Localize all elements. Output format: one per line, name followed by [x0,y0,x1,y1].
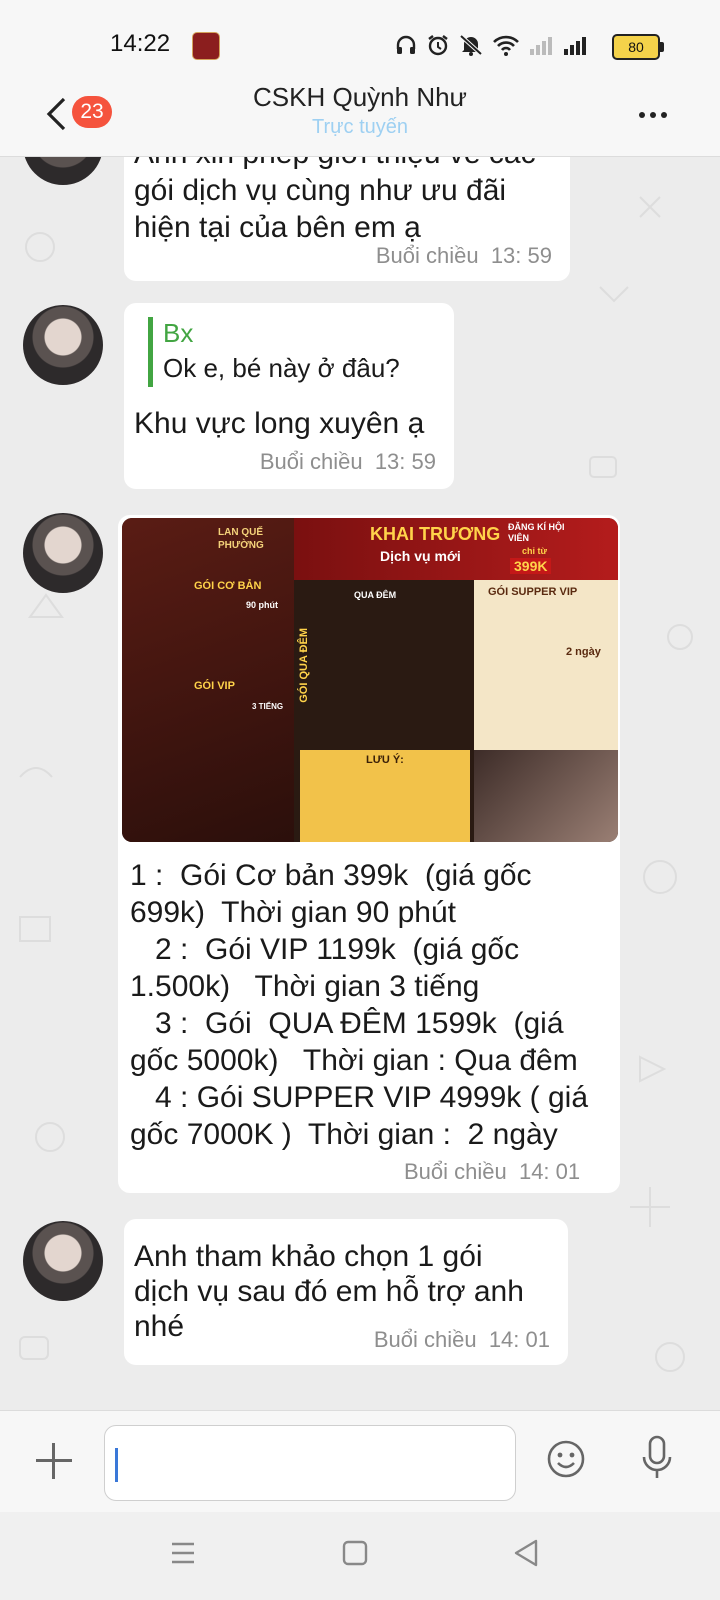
menu-icon [172,1542,194,1564]
promo-vip-duration: 3 TIẾNG [252,702,284,711]
message-text: 1 : Gói Cơ bản 399k (giá gốc 699k) Thời … [130,857,588,1153]
triangle-back-icon [514,1539,538,1567]
quoted-message[interactable]: Bx Ok e, bé này ở đâu? [148,317,400,387]
chat-header: 23 CSKH Quỳnh Như Trực tuyến [0,82,720,157]
message-line: Anh xin phép giới thiệu vê các [134,157,536,172]
wifi-icon [493,35,519,56]
message-time: Buổi chiều 14: 01 [373,1327,550,1352]
promo-vip-title: GÓI VIP [194,680,235,692]
message-line: 3 : Gói QUA ĐÊM 1599k (giá [130,1007,564,1040]
promo-headline: KHAI TRƯƠNG [370,524,501,544]
back-button[interactable]: 23 [40,92,160,136]
message-line: 2 : Gói VIP 1199k (giá gốc [130,933,520,966]
promo-basic-duration: 90 phút [246,600,279,610]
message-bubble[interactable]: Anh tham khảo chọn 1 gói dịch vụ sau đó … [124,1219,568,1365]
quote-text: Ok e, bé này ở đâu? [163,353,400,383]
emoji-button[interactable] [546,1439,586,1484]
app-notification-icon [192,32,220,60]
recent-apps-button[interactable] [170,1540,196,1571]
promo-member-label: ĐĂNG KÍ HỘI VIÊN [508,522,565,543]
voice-button[interactable] [640,1435,674,1486]
promo-image[interactable]: LAN QUẾ PHƯỜNG KHAI TRƯƠNG Dịch vụ mới Đ… [122,518,618,842]
promo-note-title: LƯU Ý: [366,754,404,766]
message-bubble[interactable]: Anh xin phép giới thiệu vê các gói dịch … [124,157,570,281]
promo-overnight-tag: QUA ĐÊM [354,590,397,600]
message-line: 699k) Thời gian 90 phút [130,896,457,929]
promo-subheadline: Dịch vụ mới [380,548,461,564]
system-back-button[interactable] [512,1538,540,1573]
more-options-button[interactable] [628,100,678,130]
system-nav-bar [0,1512,720,1600]
message-line: dịch vụ sau đó em hỗ trợ anh [134,1275,524,1308]
headphones-icon [396,35,416,54]
message-time: Buổi chiều 13: 59 [375,243,552,268]
chevron-left-icon [46,97,66,131]
message-line: 1 : Gói Cơ bản 399k (giá gốc [130,859,532,892]
quote-author: Bx [163,318,194,348]
message-line: gốc 7000K ) Thời gian : 2 ngày [130,1118,558,1151]
status-icons [394,30,590,60]
alarm-icon [428,35,448,56]
promo-overnight-title: GÓI QUA ĐÊM [298,628,310,703]
signal-icon [564,37,586,55]
contact-avatar[interactable] [23,305,103,385]
promo-member-price-prefix: chỉ từ [522,546,548,556]
message-time: Buổi chiều 13: 59 [259,449,436,474]
message-line: 1.500k) Thời gian 3 tiếng [130,970,480,1003]
attach-button[interactable] [34,1441,74,1481]
message-time: Buổi chiều 14: 01 [404,1159,581,1184]
message-line: gốc 5000k) Thời gian : Qua đêm [130,1044,578,1077]
message-line: hiện tại của bên em ạ [134,211,421,244]
signal-weak-icon [530,37,552,55]
emoji-icon [547,1440,585,1478]
message-input[interactable] [104,1425,516,1501]
promo-panel-right [474,580,618,750]
home-button[interactable] [342,1540,368,1571]
promo-basic-title: GÓI CƠ BẢN [194,580,262,592]
promo-photo [474,750,618,842]
message-list[interactable]: Anh xin phép giới thiệu vê các gói dịch … [0,157,720,1407]
unread-badge: 23 [72,96,112,128]
status-bar: 14:22 80 [0,0,720,86]
contact-avatar[interactable] [23,513,103,593]
status-time: 14:22 [110,30,171,57]
message-bubble[interactable]: Bx Ok e, bé này ở đâu? Khu vực long xuyê… [124,303,454,489]
mute-icon [459,34,483,56]
promo-brand: LAN QUẾ PHƯỜNG [218,527,264,551]
message-line: Anh tham khảo chọn 1 gói [134,1240,483,1273]
battery-icon: 80 [612,34,664,60]
contact-avatar[interactable] [23,1221,103,1301]
message-line: 4 : Gói SUPPER VIP 4999k ( giá [130,1081,588,1114]
promo-supper-title: GÓI SUPPER VIP [488,586,578,598]
message-line: Khu vực long xuyên ạ [134,407,425,440]
promo-member-price: 399K [510,558,552,574]
square-icon [342,1540,368,1566]
promo-supper-duration: 2 ngày [566,646,601,658]
text-caret [115,1448,118,1482]
message-line: gói dịch vụ cùng như ưu đãi [134,174,507,207]
composer-bar [0,1410,720,1513]
microphone-icon [642,1435,672,1478]
